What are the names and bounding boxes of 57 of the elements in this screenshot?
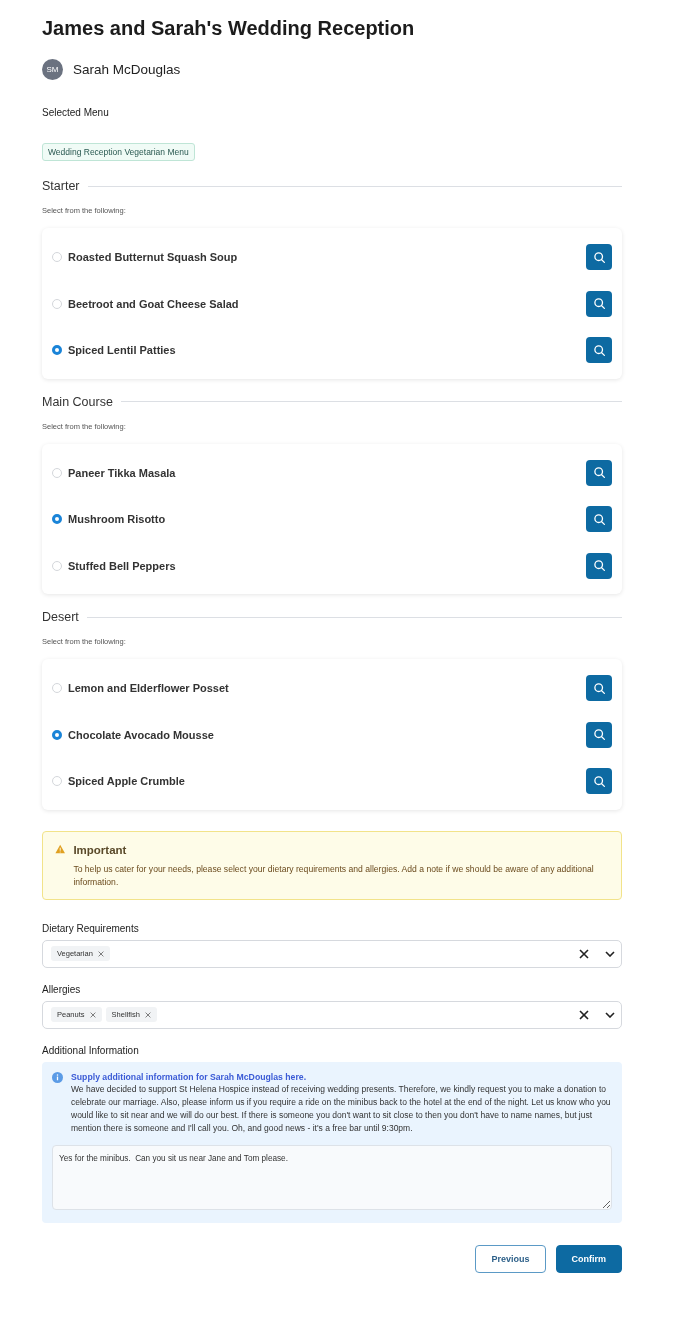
search-icon xyxy=(592,466,606,480)
info-text: We have decided to support St Helena Hospice instead of receiving wedding presents. Therefore, we kindly request you to make a donation to celebrate our marriage. Also, please inform us if you require a ride on the minibus back to the hotel at the end of the night. Let us know who you would like to sit near and we will do our best. If there is someone you don't want to sit close to then you don't have to name names, but just mention there is someone and I'll call you. Oh, and good news - it's a free bar until 9:30pm. xyxy=(71,1082,612,1135)
menu-tag: Wedding Reception Vegetarian Menu xyxy=(42,143,195,161)
radio-button[interactable] xyxy=(52,729,62,740)
clear-icon[interactable] xyxy=(579,948,589,959)
guest-avatar: SM xyxy=(42,59,63,80)
radio-button[interactable] xyxy=(52,514,62,525)
search-icon xyxy=(592,343,606,357)
search-icon xyxy=(592,681,606,695)
radio-button[interactable] xyxy=(52,345,62,356)
search-button[interactable] xyxy=(586,721,612,748)
field-label: Additional Information xyxy=(42,1044,140,1056)
option-label[interactable]: Beetroot and Goat Cheese Salad xyxy=(68,297,586,310)
page-title: James and Sarah's Wedding Reception xyxy=(42,16,416,41)
course-title: Main Course xyxy=(42,394,113,409)
option-label[interactable]: Roasted Butternut Squash Soup xyxy=(68,251,586,264)
search-button[interactable] xyxy=(586,459,612,486)
search-button[interactable] xyxy=(586,337,612,364)
search-button[interactable] xyxy=(586,768,612,795)
search-icon xyxy=(592,250,606,264)
field-label: Allergies xyxy=(42,983,82,995)
option-label[interactable]: Spiced Lentil Patties xyxy=(68,344,586,357)
notice-text: To help us cater for your needs, please select your dietary requirements and allergies. Add a note if we should be aware of any additional information. xyxy=(73,862,595,889)
notes-field[interactable]: Yes for the minibus. Can you sit us near Jane and Tom please. xyxy=(52,1144,612,1210)
remove-icon[interactable] xyxy=(97,950,104,957)
search-icon xyxy=(592,559,606,573)
option-label[interactable]: Mushroom Risotto xyxy=(68,513,586,526)
option-label[interactable]: Stuffed Bell Peppers xyxy=(68,559,586,572)
option-label[interactable]: Chocolate Avocado Mousse xyxy=(68,728,586,741)
remove-icon[interactable] xyxy=(89,1011,96,1018)
chevron-down-icon[interactable] xyxy=(605,1011,615,1018)
option-label[interactable]: Lemon and Elderflower Posset xyxy=(68,682,586,695)
guest-name: Sarah McDouglas xyxy=(73,62,181,77)
search-icon xyxy=(592,297,606,311)
clear-icon[interactable] xyxy=(579,1009,589,1020)
confirm-button[interactable]: Confirm xyxy=(555,1244,622,1273)
field-label: Dietary Requirements xyxy=(42,922,140,934)
notice-title: Important xyxy=(73,843,128,856)
info-heading: Supply additional information for Sarah McDouglas here. xyxy=(71,1071,308,1082)
option-label[interactable]: Paneer Tikka Masala xyxy=(68,466,586,479)
warning-icon xyxy=(55,843,66,854)
option-label[interactable]: Spiced Apple Crumble xyxy=(68,775,586,788)
course-title: Starter xyxy=(42,179,80,193)
search-button[interactable] xyxy=(586,675,612,702)
previous-button[interactable]: Previous xyxy=(475,1244,546,1273)
search-button[interactable] xyxy=(586,552,612,579)
search-button[interactable] xyxy=(586,506,612,533)
remove-icon[interactable] xyxy=(144,1011,151,1018)
info-icon xyxy=(52,1071,63,1083)
course-title: Desert xyxy=(42,610,79,624)
search-button[interactable] xyxy=(586,244,612,271)
selected-menu-label: Selected Menu xyxy=(42,107,110,118)
chevron-down-icon[interactable] xyxy=(605,950,615,957)
search-button[interactable] xyxy=(586,290,612,317)
search-icon xyxy=(592,512,606,526)
search-icon xyxy=(592,774,606,788)
search-icon xyxy=(592,728,606,742)
